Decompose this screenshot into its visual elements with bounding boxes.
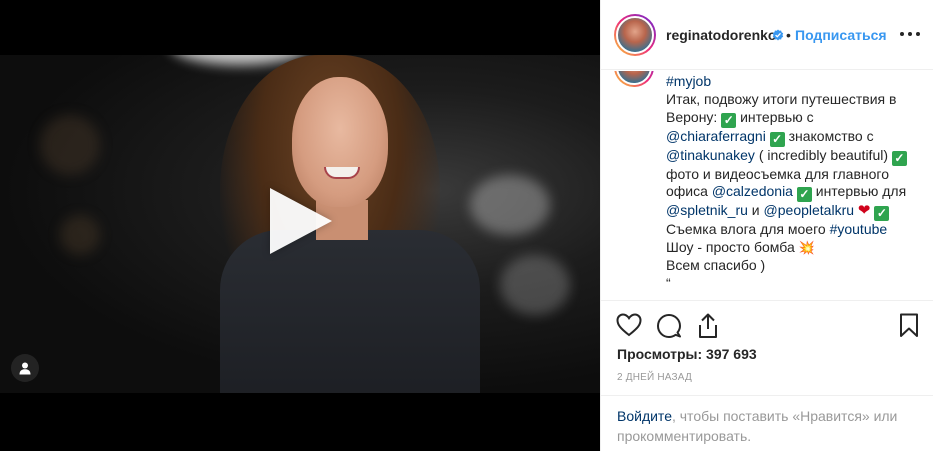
caption-segment: Шоу - просто бомба [666,239,799,256]
verified-badge-icon [772,29,784,41]
hashtag-link[interactable]: #myjob [666,73,711,89]
caption-area: #myjob Итак, подвожу итоги путешествия в … [601,71,933,299]
mention-link[interactable]: @tinakunakey [666,147,755,163]
login-link[interactable]: Войдите [617,408,672,424]
view-count[interactable]: Просмотры: 397 693 [617,346,757,362]
mention-link[interactable]: @chiaraferragni [666,128,766,144]
caption-segment: интервью для [811,183,907,200]
follow-button[interactable]: Подписаться [795,27,887,43]
caption-segment: и [747,202,764,219]
user-tag-icon[interactable] [11,354,39,382]
username-link[interactable]: reginatodorenko [666,27,776,43]
login-prompt: Войдите, чтобы поставить «Нравится» или … [601,395,933,451]
mention-link[interactable]: @calzedonia [712,183,793,199]
explosion-emoji-icon: 💥 [798,240,815,256]
play-icon[interactable] [270,188,332,254]
mention-link[interactable]: @peopletalkru [764,202,855,218]
caption-segment: ( incredibly beautiful) [754,146,892,163]
mention-link[interactable]: @spletnik_ru [666,202,748,218]
caption-segment: знакомство с [784,127,874,144]
user-silhouette-icon [19,362,31,375]
share-icon[interactable] [697,313,719,339]
avatar[interactable] [614,14,656,56]
more-options-icon[interactable] [900,26,920,42]
background-light [500,255,570,315]
post-date[interactable]: 2 дней назад [617,372,692,383]
check-mark-icon: ✓ [891,150,907,166]
caption-text: #myjob Итак, подвожу итоги путешествия в … [666,73,911,293]
caption-segment: “ [666,274,671,291]
action-bar [601,300,933,348]
background-light [60,215,100,255]
check-mark-icon: ✓ [874,206,890,222]
caption-segment: Съемка влога для моего [666,221,830,238]
heart-icon[interactable] [616,313,642,337]
hashtag-link[interactable]: #youtube [830,221,888,237]
media-pane [0,0,600,451]
check-mark-icon: ✓ [796,187,812,203]
caption-segment: интервью с [736,108,814,125]
video-subject [200,55,500,393]
bookmark-icon[interactable] [899,313,919,338]
comment-icon[interactable] [656,313,682,339]
heart-emoji-icon: ❤ [857,202,871,220]
header-separator: • [786,27,791,43]
check-mark-icon: ✓ [721,112,737,128]
subject-jacket [220,230,480,393]
caption-avatar[interactable] [614,71,654,87]
post-sidebar: reginatodorenko #myjob Итак, подвожу итог… [600,0,933,451]
check-mark-icon: ✓ [769,131,785,147]
caption-segment: Всем спасибо ) [666,256,766,273]
background-light [40,115,100,175]
